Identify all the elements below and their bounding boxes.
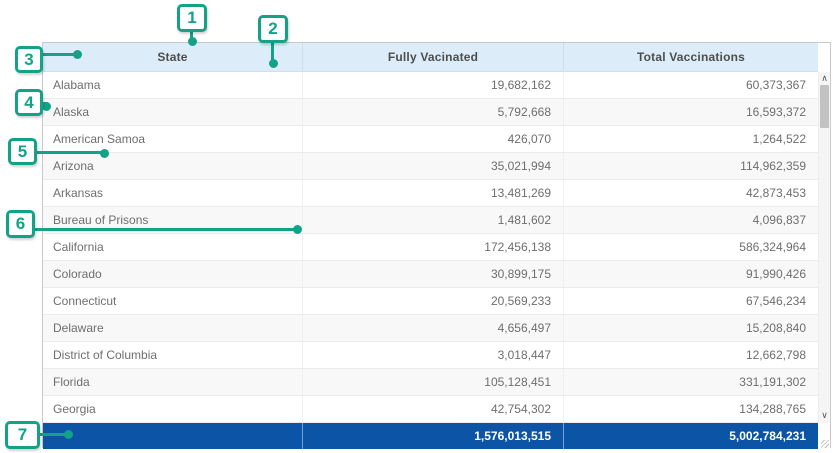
callout-4: 4 (15, 89, 43, 116)
callout-7-label: 7 (18, 425, 27, 445)
footer-scrollbar-gap (818, 423, 830, 449)
total-vaccinations-cell: 12,662,798 (563, 342, 818, 368)
fully-vacinated-cell: 20,569,233 (302, 288, 563, 314)
callout-1: 1 (177, 4, 207, 32)
table-row[interactable]: Connecticut20,569,23367,546,234 (43, 288, 818, 315)
callout-6-dot (293, 225, 302, 234)
state-cell: California (43, 234, 302, 260)
fully-vacinated-cell: 19,682,162 (302, 72, 563, 98)
column-header-total-vaccinations[interactable]: Total Vaccinations (563, 43, 818, 71)
summary-fully-vacinated: 1,576,013,515 (302, 423, 563, 449)
fully-vacinated-cell: 4,656,497 (302, 315, 563, 341)
fully-vacinated-cell: 1,481,602 (302, 207, 563, 233)
fully-vacinated-cell: 42,754,302 (302, 396, 563, 422)
total-vaccinations-cell: 15,208,840 (563, 315, 818, 341)
callout-2-label: 2 (268, 19, 277, 39)
callout-6-line (34, 228, 296, 231)
fully-vacinated-cell: 30,899,175 (302, 261, 563, 287)
state-cell: District of Columbia (43, 342, 302, 368)
state-cell: American Samoa (43, 126, 302, 152)
table-row[interactable]: California172,456,138586,324,964 (43, 234, 818, 261)
callout-3-dot (73, 50, 82, 59)
callout-5-label: 5 (18, 142, 27, 162)
fully-vacinated-cell: 35,021,994 (302, 153, 563, 179)
total-vaccinations-cell: 114,962,359 (563, 153, 818, 179)
total-vaccinations-cell: 42,873,453 (563, 180, 818, 206)
fully-vacinated-cell: 172,456,138 (302, 234, 563, 260)
scroll-down-icon[interactable]: ∨ (819, 409, 830, 421)
fully-vacinated-cell: 426,070 (302, 126, 563, 152)
callout-4-dot (42, 102, 51, 111)
state-cell: Florida (43, 369, 302, 395)
total-vaccinations-cell: 4,096,837 (563, 207, 818, 233)
table-row[interactable]: Colorado30,899,17591,990,426 (43, 261, 818, 288)
total-vaccinations-cell: 331,191,302 (563, 369, 818, 395)
table-row[interactable]: District of Columbia3,018,44712,662,798 (43, 342, 818, 369)
table-row[interactable]: American Samoa426,0701,264,522 (43, 126, 818, 153)
callout-1-label: 1 (187, 8, 196, 28)
callout-3-label: 3 (24, 50, 33, 70)
column-header-state[interactable]: State (43, 43, 302, 71)
fully-vacinated-cell: 3,018,447 (302, 342, 563, 368)
vertical-scrollbar[interactable]: ∧ ∨ (818, 72, 830, 423)
total-vaccinations-cell: 586,324,964 (563, 234, 818, 260)
attribute-table: State Fully Vacinated Total Vaccinations… (42, 42, 831, 448)
fully-vacinated-cell: 13,481,269 (302, 180, 563, 206)
callout-5-line (36, 151, 104, 154)
callout-6: 6 (6, 210, 35, 238)
scroll-up-icon[interactable]: ∧ (819, 72, 830, 84)
total-vaccinations-cell: 60,373,367 (563, 72, 818, 98)
column-header-fully-vacinated[interactable]: Fully Vacinated (302, 43, 563, 71)
callout-7: 7 (5, 421, 40, 449)
callout-2-dot (269, 59, 278, 68)
summary-row: 1,576,013,515 5,002,784,231 (43, 423, 818, 449)
callout-3: 3 (15, 46, 43, 73)
callout-5: 5 (8, 138, 37, 165)
state-cell: Georgia (43, 396, 302, 422)
total-vaccinations-cell: 91,990,426 (563, 261, 818, 287)
total-vaccinations-cell: 16,593,372 (563, 99, 818, 125)
state-cell: Connecticut (43, 288, 302, 314)
summary-state-cell (43, 423, 302, 449)
resize-grip-icon (821, 440, 829, 448)
table-row[interactable]: Alabama19,682,16260,373,367 (43, 72, 818, 99)
scrollbar-thumb[interactable] (820, 85, 829, 128)
table-header-row: State Fully Vacinated Total Vaccinations (43, 43, 818, 72)
table-row[interactable]: Arizona35,021,994114,962,359 (43, 153, 818, 180)
summary-total-vaccinations: 5,002,784,231 (563, 423, 818, 449)
total-vaccinations-cell: 134,288,765 (563, 396, 818, 422)
callout-7-dot (64, 430, 73, 439)
state-cell: Arizona (43, 153, 302, 179)
total-vaccinations-cell: 67,546,234 (563, 288, 818, 314)
state-cell: Arkansas (43, 180, 302, 206)
callout-5-dot (100, 149, 109, 158)
table-row[interactable]: Georgia42,754,302134,288,765 (43, 396, 818, 423)
callout-4-label: 4 (24, 93, 33, 113)
header-scrollbar-gap (818, 43, 830, 72)
callout-1-dot (188, 37, 197, 46)
state-cell: Colorado (43, 261, 302, 287)
table-row[interactable]: Delaware4,656,49715,208,840 (43, 315, 818, 342)
state-cell: Alaska (43, 99, 302, 125)
callout-2: 2 (258, 15, 288, 43)
table-row[interactable]: Florida105,128,451331,191,302 (43, 369, 818, 396)
fully-vacinated-cell: 105,128,451 (302, 369, 563, 395)
table-row[interactable]: Alaska5,792,66816,593,372 (43, 99, 818, 126)
table-body: Alabama19,682,16260,373,367Alaska5,792,6… (43, 72, 818, 423)
total-vaccinations-cell: 1,264,522 (563, 126, 818, 152)
fully-vacinated-cell: 5,792,668 (302, 99, 563, 125)
state-cell: Delaware (43, 315, 302, 341)
state-cell: Alabama (43, 72, 302, 98)
table-row[interactable]: Arkansas13,481,26942,873,453 (43, 180, 818, 207)
callout-6-label: 6 (16, 214, 25, 234)
